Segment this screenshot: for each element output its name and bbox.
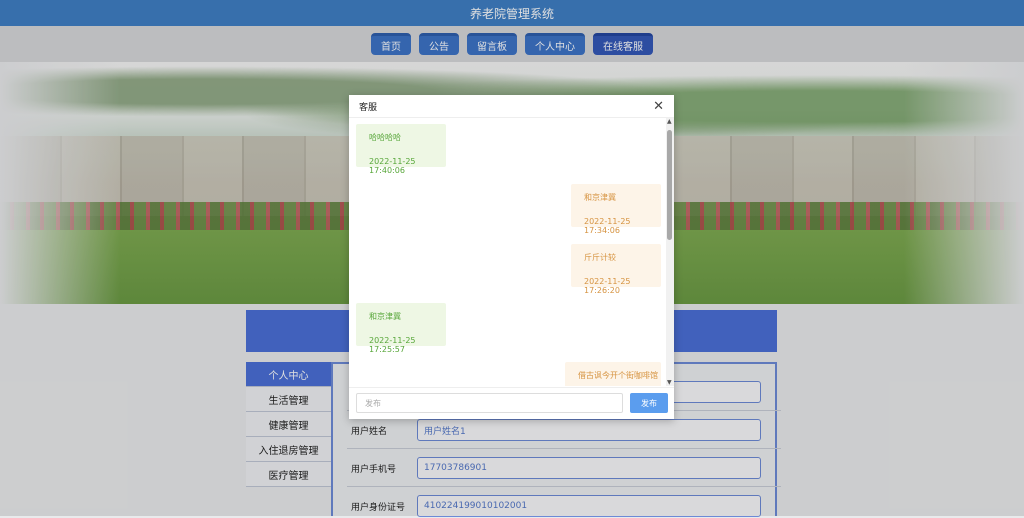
dialog-header: 客服 ✕ [349,95,674,118]
chat-scrollbar[interactable]: ▲ ▼ [666,118,674,386]
chat-message: 哈哈哈哈 2022-11-25 17:40:06 [356,124,446,175]
scroll-down-arrow-icon[interactable]: ▼ [667,379,672,386]
chat-message: 和京津冀 2022-11-25 17:34:06 [571,184,661,235]
chat-message-time: 2022-11-25 17:40:06 [369,157,416,175]
chat-dialog: 客服 ✕ 哈哈哈哈 2022-11-25 17:40:06 和京津冀 2022-… [349,95,674,419]
chat-message-time: 2022-11-25 17:34:06 [584,217,631,235]
scroll-up-arrow-icon[interactable]: ▲ [667,118,672,125]
chat-scrollbar-thumb[interactable] [667,130,672,240]
chat-message-area[interactable]: 哈哈哈哈 2022-11-25 17:40:06 和京津冀 2022-11-25… [349,118,674,386]
dialog-footer: 发布 发布 [349,387,674,420]
chat-message-text: 哈哈哈哈 [369,133,401,142]
chat-message-text: 和京津冀 [369,312,401,321]
send-button[interactable]: 发布 [630,393,668,413]
chat-message-time: 2022-11-25 17:25:57 [369,336,416,354]
chat-message-text: 斤斤计较 [584,253,616,262]
chat-message-text: 借古讽今开个街咖啡馆 [578,371,658,380]
close-icon[interactable]: ✕ [653,99,664,114]
dialog-title: 客服 [359,102,378,113]
chat-message: 借古讽今开个街咖啡馆 [565,362,661,386]
chat-message: 斤斤计较 2022-11-25 17:26:20 [571,244,661,295]
chat-message: 和京津冀 2022-11-25 17:25:57 [356,303,446,354]
chat-message-time: 2022-11-25 17:26:20 [584,277,631,295]
chat-message-text: 和京津冀 [584,193,616,202]
chat-input[interactable]: 发布 [356,393,623,413]
